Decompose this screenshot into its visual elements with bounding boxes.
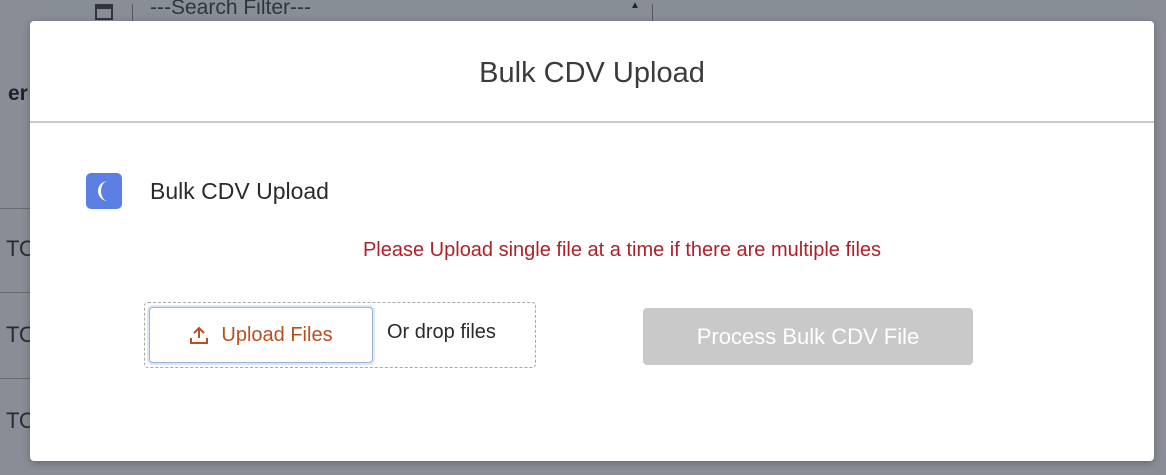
card-title: Bulk CDV Upload bbox=[150, 177, 329, 204]
modal-title: Bulk CDV Upload bbox=[479, 56, 705, 89]
upload-icon bbox=[189, 325, 209, 345]
upload-files-label: Upload Files bbox=[221, 323, 333, 346]
moon-icon bbox=[86, 173, 122, 209]
process-bulk-cdv-file-button[interactable]: Process Bulk CDV File bbox=[643, 308, 973, 365]
file-drop-zone[interactable]: Upload Files Or drop files bbox=[144, 302, 536, 368]
modal-header: Bulk CDV Upload bbox=[30, 21, 1154, 123]
drop-files-text: Or drop files bbox=[387, 321, 496, 343]
bulk-cdv-upload-modal: Bulk CDV Upload Bulk CDV Upload Please U… bbox=[30, 21, 1154, 461]
upload-notice: Please Upload single file at a time if t… bbox=[362, 239, 882, 261]
upload-files-button[interactable]: Upload Files bbox=[149, 307, 373, 363]
card-header: Bulk CDV Upload bbox=[86, 173, 329, 209]
